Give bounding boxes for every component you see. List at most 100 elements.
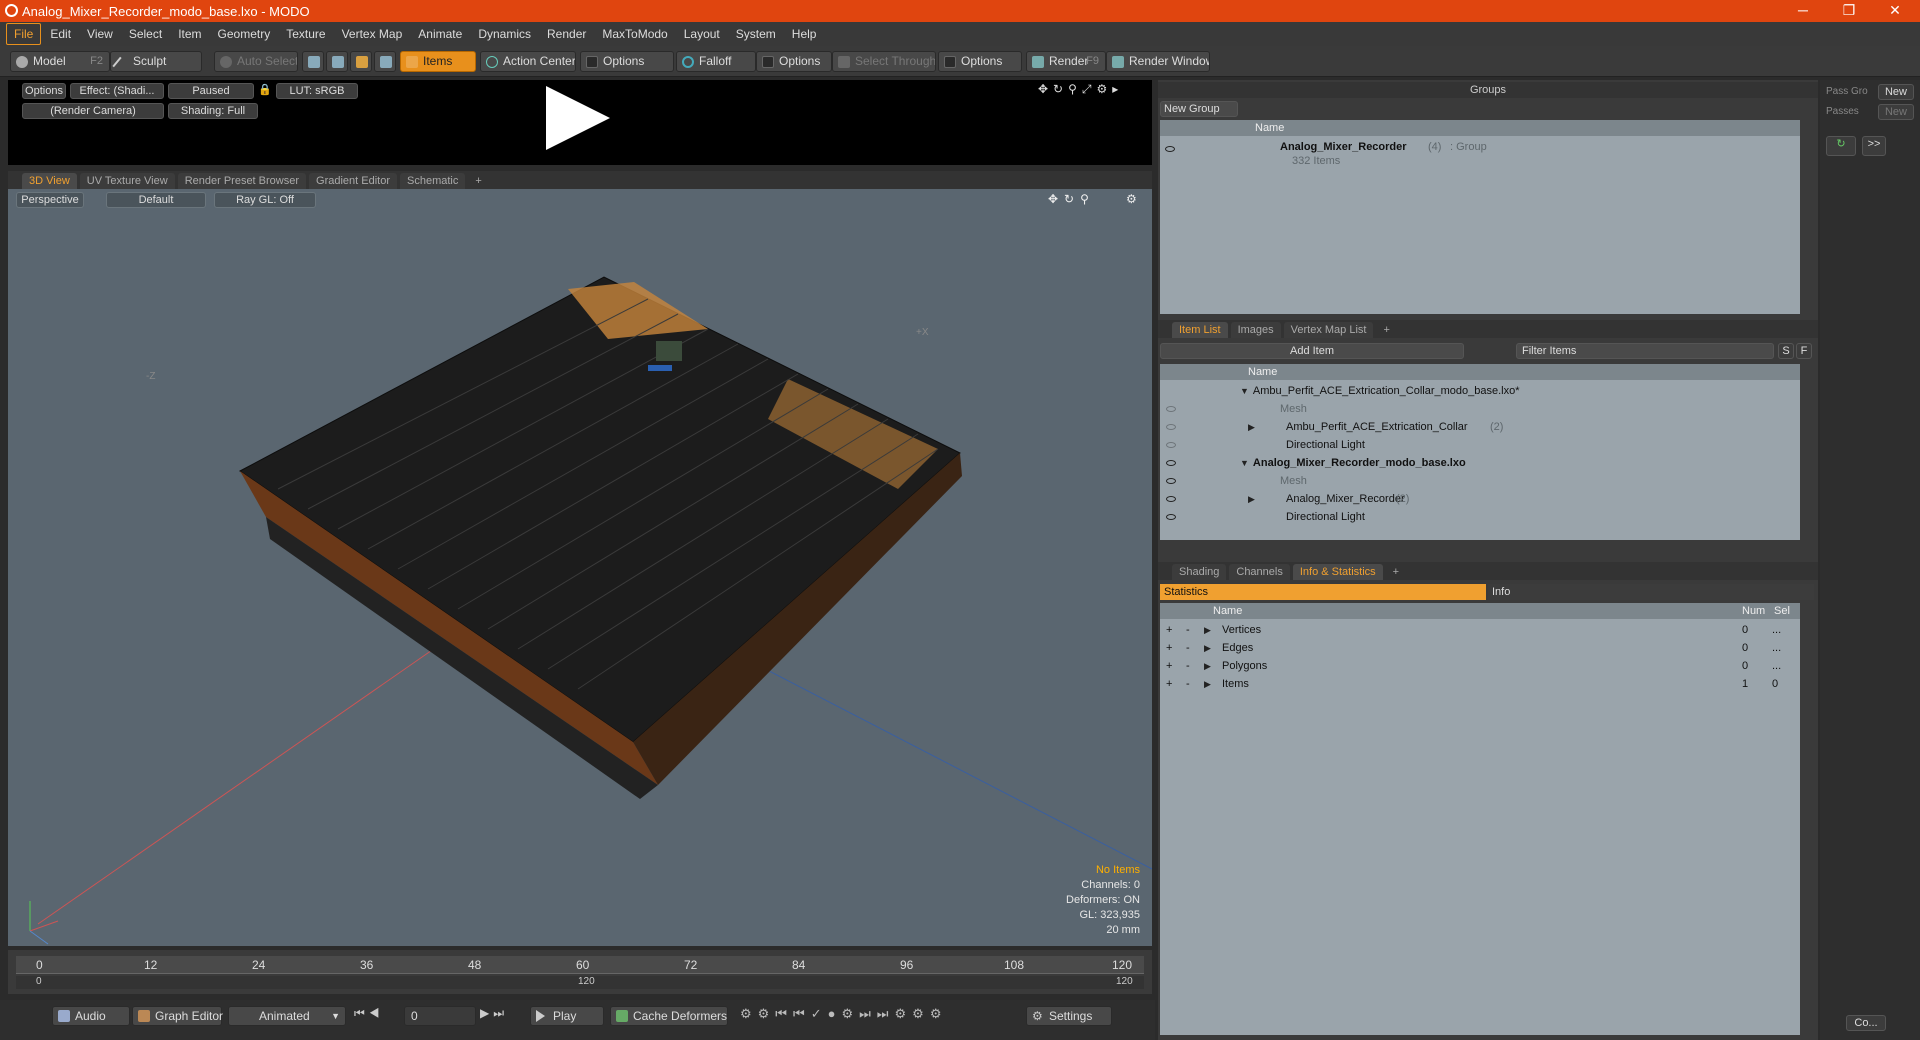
perspective-dropdown[interactable]: Perspective: [16, 192, 84, 208]
collapse-minus-icon[interactable]: -: [1186, 639, 1190, 657]
filter-items-input[interactable]: Filter Items: [1516, 343, 1774, 359]
tab-item-list[interactable]: Item List: [1172, 322, 1228, 338]
filter-f-button[interactable]: F: [1796, 343, 1812, 359]
raygl-dropdown[interactable]: Ray GL: Off: [214, 192, 316, 208]
menu-animate[interactable]: Animate: [411, 24, 469, 44]
statistics-tab[interactable]: Statistics: [1160, 584, 1486, 600]
filter-s-button[interactable]: S: [1778, 343, 1794, 359]
expand-arrow-icon[interactable]: ▶: [1248, 490, 1255, 508]
tab-info-statistics[interactable]: Info & Statistics: [1292, 564, 1383, 580]
menu-dynamics[interactable]: Dynamics: [471, 24, 538, 44]
menu-view[interactable]: View: [80, 24, 120, 44]
paused-button[interactable]: Paused: [168, 83, 254, 99]
item-row-scene[interactable]: ▼ Analog_Mixer_Recorder_modo_base.lxo: [1160, 454, 1800, 472]
visibility-eye-icon[interactable]: [1166, 442, 1176, 448]
select-through-button[interactable]: Select Through: [832, 51, 936, 72]
collapse-minus-icon[interactable]: -: [1186, 657, 1190, 675]
visibility-eye-icon[interactable]: [1165, 146, 1175, 152]
item-row-light[interactable]: Directional Light: [1160, 436, 1800, 454]
visibility-eye-icon[interactable]: [1166, 514, 1176, 520]
tab-render-preset-browser[interactable]: Render Preset Browser: [177, 173, 307, 189]
auto-select-button[interactable]: Auto Select: [214, 51, 298, 72]
frame-back-buttons[interactable]: ⏮◀: [354, 1006, 384, 1021]
vertices-mode-button[interactable]: [302, 51, 324, 72]
viewport-gear-icon[interactable]: ⚙: [1126, 192, 1137, 206]
3d-viewport[interactable]: Perspective Default Ray GL: Off ✥↻⚲ ⚙ -Z…: [8, 189, 1152, 946]
groups-list[interactable]: Name Analog_Mixer_Recorder (4) : Group 3…: [1160, 120, 1800, 314]
menu-edit[interactable]: Edit: [43, 24, 78, 44]
items-mode-button[interactable]: Items: [400, 51, 476, 72]
add-tab-button[interactable]: +: [468, 173, 488, 189]
new-pass-button[interactable]: New: [1878, 104, 1914, 120]
frame-forward-buttons[interactable]: ▶⏭: [480, 1006, 508, 1021]
new-pass-group-button[interactable]: New: [1878, 84, 1914, 100]
item-list[interactable]: Name ▼ Ambu_Perfit_ACE_Extrication_Collar…: [1160, 364, 1800, 540]
sculpt-mode-button[interactable]: Sculpt: [110, 51, 202, 72]
stats-row[interactable]: + - ▶ Items 1 0: [1160, 675, 1800, 693]
expand-arrow-icon[interactable]: ▶: [1204, 675, 1211, 693]
close-button[interactable]: ✕: [1872, 0, 1918, 22]
falloff-button[interactable]: Falloff: [676, 51, 756, 72]
play-render-icon[interactable]: [546, 86, 610, 150]
visibility-eye-icon[interactable]: [1166, 478, 1176, 484]
menu-maxtomodo[interactable]: MaxToModo: [595, 24, 674, 44]
expand-panel-button[interactable]: >>: [1862, 136, 1886, 156]
expand-plus-icon[interactable]: +: [1166, 675, 1172, 693]
tab-uv-texture-view[interactable]: UV Texture View: [79, 173, 175, 189]
select-through-options-button[interactable]: Options: [938, 51, 1022, 72]
shading-dropdown[interactable]: Shading: Full: [168, 103, 258, 119]
polygons-mode-button[interactable]: [350, 51, 372, 72]
frame-input[interactable]: 0: [404, 1006, 476, 1026]
visibility-eye-icon[interactable]: [1166, 406, 1176, 412]
expand-arrow-icon[interactable]: ▶: [1248, 418, 1255, 436]
visibility-eye-icon[interactable]: [1166, 424, 1176, 430]
item-row-group[interactable]: ▶ Analog_Mixer_Recorder (2): [1160, 490, 1800, 508]
item-row-mesh[interactable]: Mesh: [1160, 400, 1800, 418]
item-row-light[interactable]: Directional Light: [1160, 508, 1800, 526]
cache-deformers-button[interactable]: Cache Deformers: [610, 1006, 728, 1026]
render-options-button[interactable]: Options: [22, 83, 66, 99]
menu-layout[interactable]: Layout: [677, 24, 727, 44]
info-tab[interactable]: Info: [1488, 584, 1814, 600]
expand-plus-icon[interactable]: +: [1166, 621, 1172, 639]
graph-editor-button[interactable]: Graph Editor: [132, 1006, 223, 1026]
stats-row[interactable]: + - ▶ Polygons 0 ...: [1160, 657, 1800, 675]
effect-dropdown[interactable]: Effect: (Shadi...: [70, 83, 164, 99]
tab-gradient-editor[interactable]: Gradient Editor: [309, 173, 397, 189]
timeline-ruler[interactable]: 0 12 24 36 48 60 72 84 96 108 120: [16, 956, 1144, 974]
menu-vertex-map[interactable]: Vertex Map: [335, 24, 410, 44]
menu-file[interactable]: File: [6, 23, 42, 45]
menu-help[interactable]: Help: [785, 24, 824, 44]
menu-render[interactable]: Render: [540, 24, 593, 44]
timeline[interactable]: 0 12 24 36 48 60 72 84 96 108 120 0 120 …: [8, 950, 1152, 994]
menu-select[interactable]: Select: [122, 24, 169, 44]
expand-arrow-icon[interactable]: ▼: [1240, 382, 1249, 400]
expand-plus-icon[interactable]: +: [1166, 657, 1172, 675]
timeline-range-bar[interactable]: 0 120 120: [16, 976, 1144, 989]
menu-geometry[interactable]: Geometry: [211, 24, 278, 44]
edges-mode-button[interactable]: [326, 51, 348, 72]
tab-vertex-map-list[interactable]: Vertex Map List: [1283, 322, 1374, 338]
add-item-dropdown[interactable]: Add Item: [1160, 343, 1464, 359]
add-tab-button[interactable]: +: [1376, 322, 1396, 338]
viewport-nav-icons[interactable]: ✥↻⚲: [1048, 192, 1095, 206]
expand-arrow-icon[interactable]: ▼: [1240, 454, 1249, 472]
collapse-button[interactable]: Co...: [1846, 1015, 1886, 1031]
menu-item[interactable]: Item: [171, 24, 208, 44]
audio-button[interactable]: Audio: [52, 1006, 130, 1026]
menu-texture[interactable]: Texture: [279, 24, 332, 44]
model-mode-button[interactable]: Model F2: [10, 51, 110, 72]
action-center-button[interactable]: Action Center: [480, 51, 576, 72]
expand-arrow-icon[interactable]: ▶: [1204, 621, 1211, 639]
animated-dropdown[interactable]: Animated ▼: [228, 1006, 346, 1026]
materials-mode-button[interactable]: [374, 51, 396, 72]
key-tool-icons[interactable]: ⚙⚙⏮⏮✓●⚙⏭⏭⚙⚙⚙: [740, 1006, 947, 1022]
settings-button[interactable]: ⚙ Settings: [1026, 1006, 1112, 1026]
maximize-button[interactable]: ❐: [1826, 0, 1872, 22]
item-row-mesh[interactable]: Mesh: [1160, 472, 1800, 490]
expand-plus-icon[interactable]: +: [1166, 639, 1172, 657]
new-group-button[interactable]: New Group: [1160, 101, 1238, 117]
item-row-scene[interactable]: ▼ Ambu_Perfit_ACE_Extrication_Collar_modo…: [1160, 382, 1800, 400]
collapse-minus-icon[interactable]: -: [1186, 621, 1190, 639]
expand-arrow-icon[interactable]: ▶: [1204, 639, 1211, 657]
